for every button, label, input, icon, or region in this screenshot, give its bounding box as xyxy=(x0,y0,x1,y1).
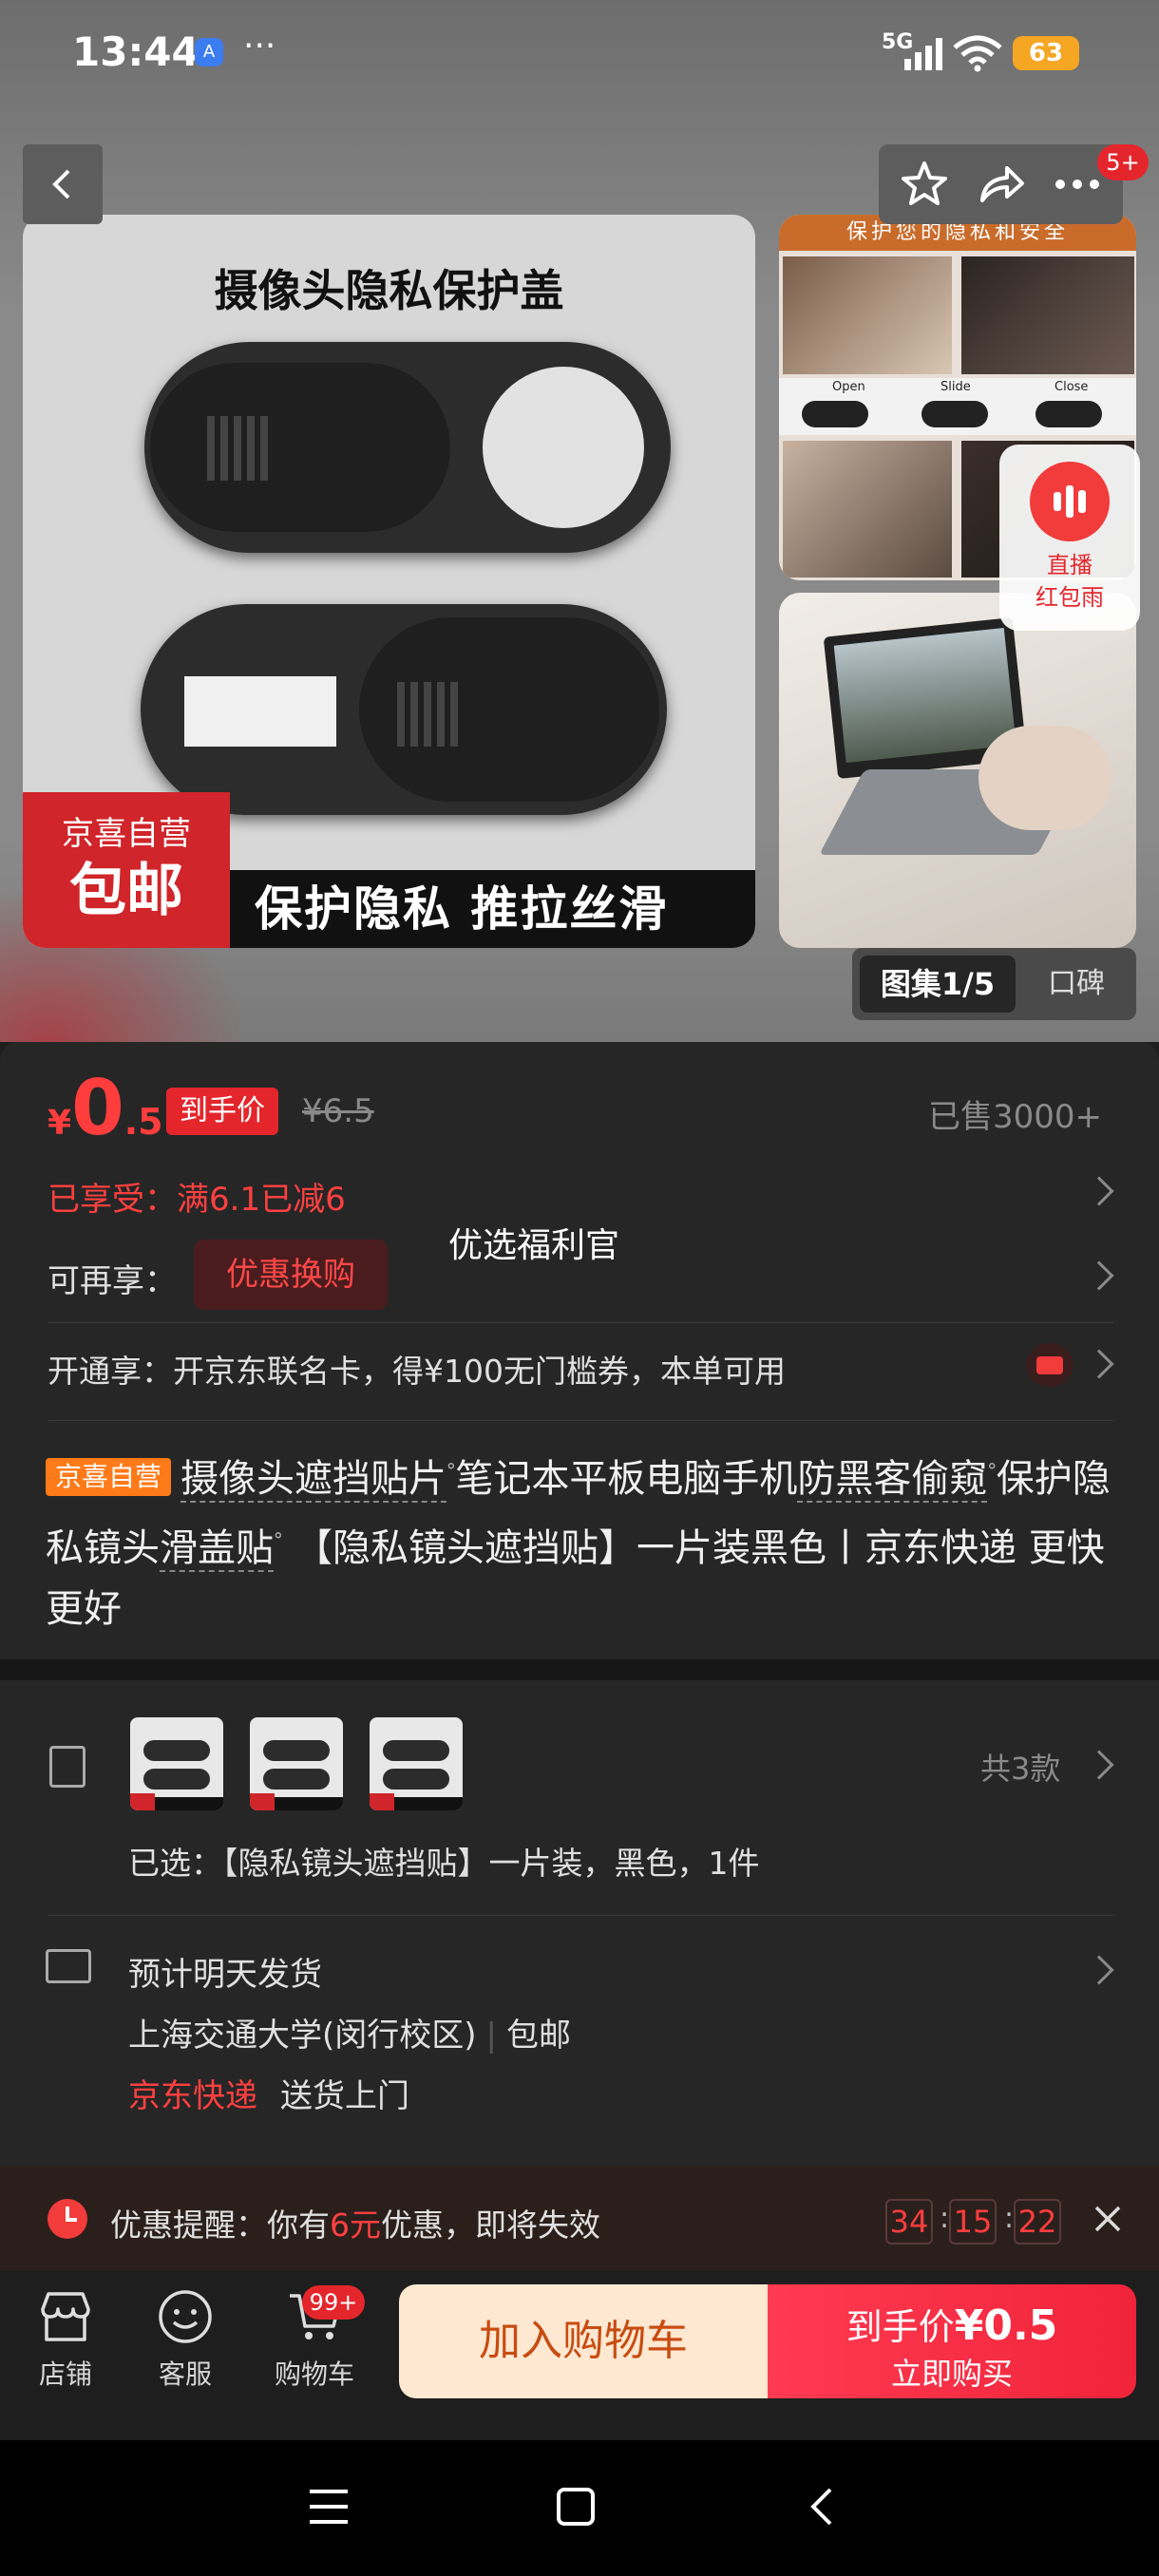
smiley-icon xyxy=(159,2290,212,2343)
title-keyword-link[interactable]: 摄像头遮挡贴片 xyxy=(180,1457,447,1503)
add-to-cart-button[interactable]: 加入购物车 xyxy=(399,2284,768,2398)
store-icon xyxy=(41,2292,90,2341)
cart-count-badge: 99+ xyxy=(302,2285,365,2320)
webcam-cover-open xyxy=(144,342,671,553)
countdown-colon: : xyxy=(1004,2202,1015,2235)
main-image-banner: 保护隐私 推拉丝滑 xyxy=(230,870,755,948)
app-notification-icon: A xyxy=(195,38,223,66)
credit-card-offer-row[interactable]: 开通享：开京东联名卡，得¥100无门槛券，本单可用 xyxy=(48,1346,786,1392)
favorite-button[interactable] xyxy=(895,155,954,214)
home-nav-button[interactable] xyxy=(547,2478,604,2535)
live-redpacket-button[interactable]: 直播 红包雨 xyxy=(999,445,1140,631)
clock-time: 13:44 xyxy=(72,28,200,75)
cart-label: 购物车 xyxy=(274,2358,354,2390)
swap-deal-button[interactable]: 优惠换购 xyxy=(194,1240,388,1310)
shipping-address[interactable]: 上海交通大学(闵行校区) | 包邮 xyxy=(128,2009,571,2055)
menu-icon xyxy=(310,2490,348,2524)
main-image-title: 摄像头隐私保护盖 xyxy=(214,265,564,316)
carrier-row: 京东快递 送货上门 xyxy=(128,2077,409,2115)
more-notifications-icon: ··· xyxy=(243,27,276,66)
card-icon xyxy=(1026,1343,1074,1387)
product-page: { "status_bar": {"time": "13:44", "app_b… xyxy=(0,0,1159,2576)
more-benefits-label: 可再享： xyxy=(48,1262,177,1300)
close-icon[interactable] xyxy=(1091,2202,1125,2236)
buy-now-button[interactable]: 到手价¥0.5 立即购买 xyxy=(768,2284,1136,2398)
store-button[interactable]: 店铺 xyxy=(23,2287,108,2392)
tab-gallery[interactable]: 图集1/5 xyxy=(860,956,1016,1013)
back-nav-button[interactable] xyxy=(794,2478,851,2535)
title-keyword-link[interactable]: 防黑客偷窥 xyxy=(797,1457,988,1503)
jingxi-tag: 京喜自营 xyxy=(46,1458,172,1496)
sku-select-icon xyxy=(49,1746,86,1788)
main-product-image[interactable]: 摄像头隐私保护盖 京喜自营 包邮 保护隐私 推拉丝滑 xyxy=(23,215,755,948)
section-separator xyxy=(0,1659,1159,1680)
gallery-tabs: 图集1/5 口碑 xyxy=(852,948,1136,1020)
share-icon xyxy=(980,166,1025,202)
chevron-left-icon xyxy=(52,169,70,199)
enjoyed-discount-row[interactable]: 已享受：满6.1已减6 xyxy=(48,1173,346,1220)
shipping-eta[interactable]: 预计明天发货 xyxy=(128,1948,322,1995)
sku-count[interactable]: 共3款 xyxy=(980,1745,1060,1789)
countdown-hours: 34 xyxy=(885,2199,933,2245)
system-navigation-bar xyxy=(0,2440,1159,2576)
top-action-bar xyxy=(879,144,1123,224)
countdown-minutes: 15 xyxy=(949,2199,997,2245)
home-square-icon xyxy=(557,2488,595,2526)
clock-icon xyxy=(48,2199,87,2239)
original-price: ¥6.5 xyxy=(302,1092,374,1130)
menu-nav-button[interactable] xyxy=(300,2478,357,2535)
countdown-colon: : xyxy=(940,2202,950,2235)
title-keyword-link[interactable]: 滑盖贴 xyxy=(160,1526,274,1572)
sku-swatch[interactable] xyxy=(250,1717,343,1810)
divider xyxy=(48,1915,1113,1916)
final-price: ¥0.5 xyxy=(48,1064,163,1152)
message-count-badge: 5+ xyxy=(1097,144,1149,180)
jingxi-free-shipping-tag: 京喜自营 包邮 xyxy=(23,792,230,948)
wifi-icon xyxy=(953,35,1002,72)
product-title: 京喜自营 摄像头遮挡贴片ᐤ笔记本平板电脑手机防黑客偷窥ᐤ保护隐私镜头滑盖贴ᐤ 【隐… xyxy=(46,1457,1111,1631)
selected-sku[interactable]: 已选：【隐私镜头遮挡贴】一片装，黑色，1件 xyxy=(128,1838,760,1884)
battery-indicator: 63 xyxy=(1013,36,1079,70)
back-button[interactable] xyxy=(23,144,103,224)
more-dots-icon xyxy=(1054,180,1099,189)
customer-service-button[interactable]: 客服 xyxy=(142,2287,228,2392)
back-arrow-icon xyxy=(810,2488,832,2526)
store-label: 店铺 xyxy=(38,2358,92,2390)
tab-reviews[interactable]: 口碑 xyxy=(1029,956,1124,1013)
service-label: 客服 xyxy=(158,2358,212,2390)
star-icon xyxy=(902,161,948,205)
divider xyxy=(48,1322,1113,1323)
sku-swatch[interactable] xyxy=(370,1717,463,1810)
divider xyxy=(48,1420,1113,1421)
webcam-cover-closed xyxy=(141,604,667,815)
live-icon xyxy=(1030,462,1110,541)
final-price-label: 到手价 xyxy=(166,1088,278,1135)
signal-icon xyxy=(904,38,942,70)
sold-count: 已售3000+ xyxy=(927,1098,1102,1136)
gallery-thumbnail-laptop[interactable] xyxy=(779,593,1136,948)
truck-icon xyxy=(46,1949,91,1983)
status-bar: 13:44 A ··· 5G 63 xyxy=(0,0,1159,109)
promo-reminder-text: 优惠提醒：你有6元优惠，即将失效 xyxy=(110,2207,600,2244)
welfare-officer-text[interactable]: 优选福利官 xyxy=(448,1218,619,1267)
sku-swatch[interactable] xyxy=(130,1717,223,1810)
share-button[interactable] xyxy=(971,155,1030,214)
countdown-seconds: 22 xyxy=(1014,2199,1061,2245)
